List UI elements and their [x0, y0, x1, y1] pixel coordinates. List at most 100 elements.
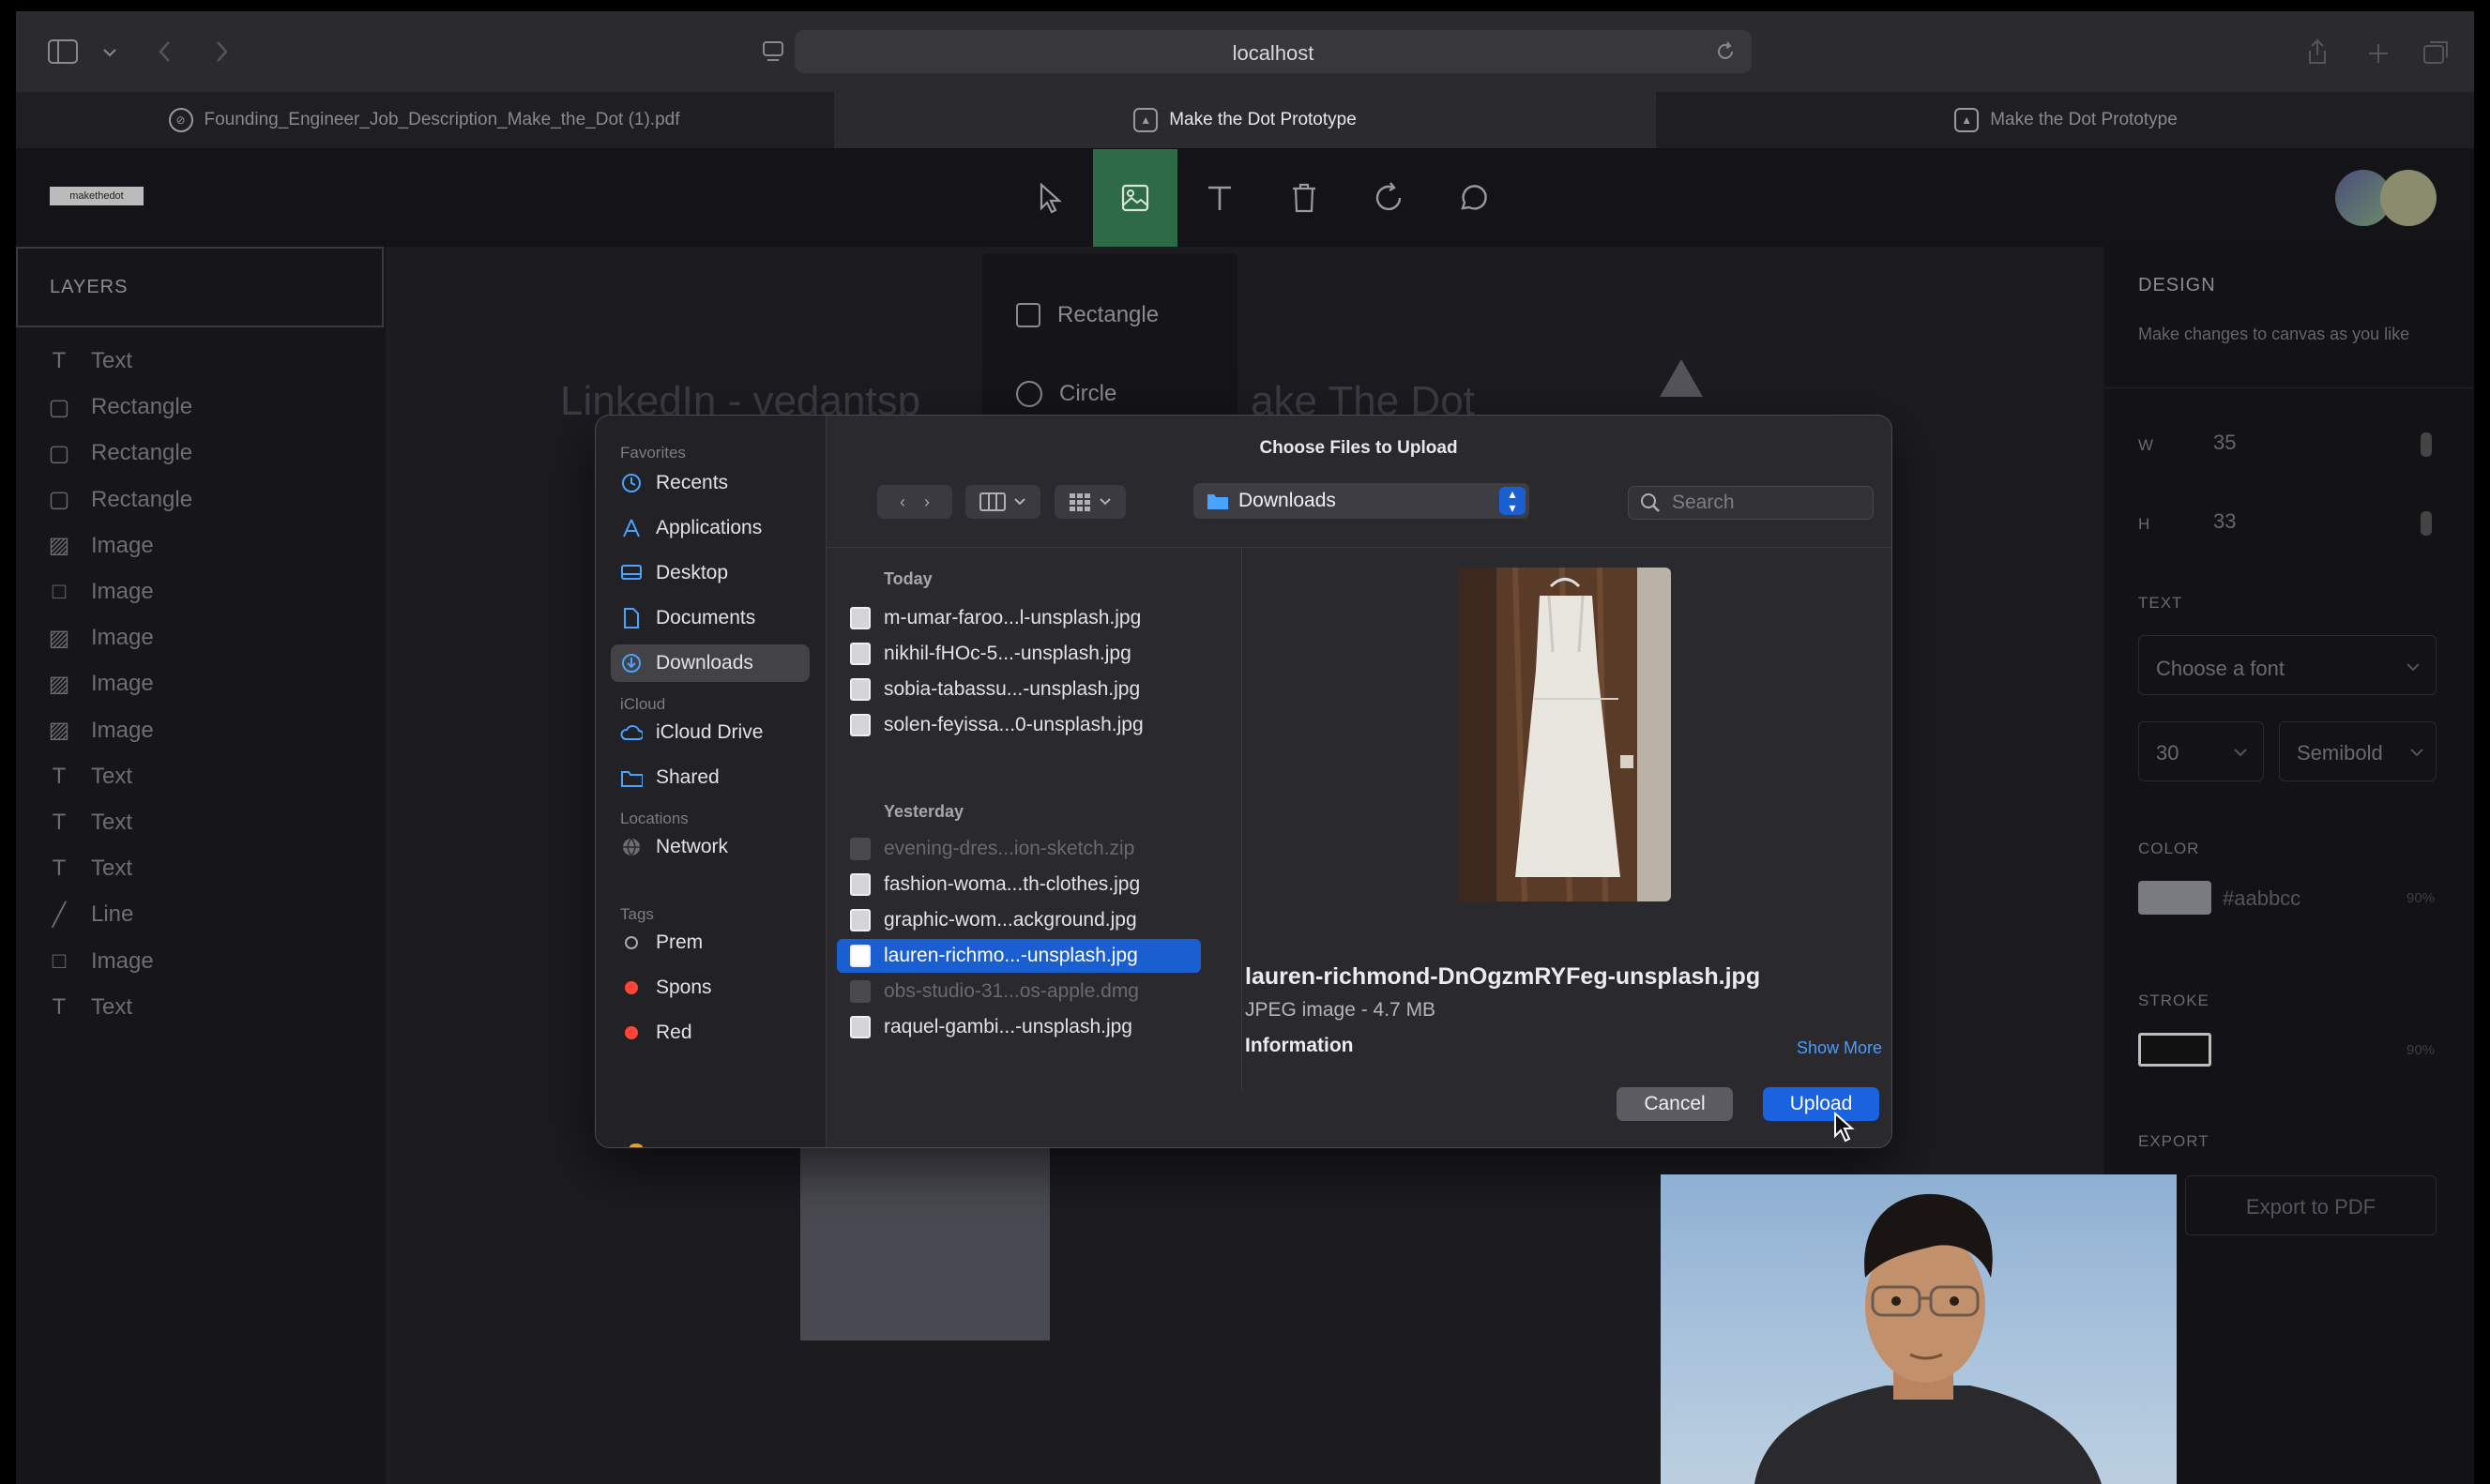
sidebar-toggle-icon[interactable]	[48, 39, 78, 64]
canvas-triangle[interactable]	[1658, 357, 1705, 399]
file-row[interactable]: graphic-wom...ackground.jpg	[837, 903, 1201, 937]
file-row[interactable]: evening-dres...ion-sketch.zip	[837, 832, 1201, 866]
design-subtitle: Make changes to canvas as you like	[2138, 325, 2410, 343]
shape-menu-rectangle[interactable]: Rectangle	[1016, 296, 1159, 334]
layer-item[interactable]: ╱ Line	[48, 896, 134, 933]
layer-item[interactable]: ▢ Rectangle	[48, 481, 192, 519]
width-input[interactable]: 35	[2213, 431, 2236, 455]
back-icon[interactable]: ‹	[900, 492, 905, 512]
sidebar-label: Spons	[656, 977, 712, 998]
tab-overview-icon[interactable]	[2422, 39, 2451, 66]
sidebar-item-downloads[interactable]: Downloads	[611, 644, 810, 682]
file-row[interactable]: raquel-gambi...-unsplash.jpg	[837, 1010, 1201, 1044]
canvas-rectangle[interactable]	[800, 1147, 1050, 1340]
stepper-icon[interactable]	[2419, 509, 2434, 538]
file-row[interactable]: solen-feyissa...0-unsplash.jpg	[837, 708, 1201, 742]
text-tool-button[interactable]	[1177, 149, 1262, 247]
layer-item[interactable]: ▨ Image	[48, 527, 154, 565]
file-icon	[850, 838, 871, 860]
forward-icon[interactable]	[213, 39, 230, 64]
upload-button[interactable]: Upload	[1763, 1087, 1879, 1121]
layer-label: Text	[91, 810, 133, 835]
show-more-link[interactable]: Show More	[1797, 1038, 1882, 1058]
sidebar-item-desktop[interactable]: Desktop	[620, 554, 808, 592]
layer-item[interactable]: T Text	[48, 758, 132, 795]
sidebar-item-icloud-drive[interactable]: iCloud Drive	[620, 714, 808, 751]
app-logo: makethedot	[50, 187, 144, 205]
rotate-tool-button[interactable]	[1346, 149, 1431, 247]
forward-icon[interactable]: ›	[924, 492, 930, 512]
image-file-icon	[850, 714, 871, 736]
sidebar-tag-spons[interactable]: Spons	[620, 969, 808, 1007]
file-name: lauren-richmo...-unsplash.jpg	[884, 945, 1138, 966]
layer-item[interactable]: ▨ Image	[48, 619, 154, 657]
chevron-down-icon[interactable]	[102, 47, 117, 58]
font-size-select[interactable]: 30	[2138, 721, 2264, 781]
color-swatch[interactable]	[2138, 881, 2211, 915]
color-hex-input[interactable]: #aabbcc	[2223, 886, 2300, 911]
sidebar-tag-red[interactable]: Red	[620, 1014, 808, 1052]
font-select[interactable]: Choose a font	[2138, 635, 2437, 695]
layer-item[interactable]: T Text	[48, 342, 132, 380]
layer-item[interactable]: ▨ Image	[48, 712, 154, 750]
file-row[interactable]: m-umar-faroo...l-unsplash.jpg	[837, 601, 1201, 635]
browser-toolbar: localhost	[16, 11, 2474, 92]
image-tool-button[interactable]	[1093, 149, 1177, 247]
stroke-opacity[interactable]: 90%	[2406, 1042, 2435, 1058]
delete-tool-button[interactable]	[1262, 149, 1346, 247]
layer-item[interactable]: ▢ Rectangle	[48, 434, 192, 472]
export-pdf-button[interactable]: Export to PDF	[2185, 1175, 2437, 1235]
chevron-down-icon	[2410, 749, 2423, 757]
file-row[interactable]: sobia-tabassu...-unsplash.jpg	[837, 673, 1201, 706]
shape-menu-circle[interactable]: Circle	[1016, 375, 1116, 413]
preview-image	[1459, 568, 1671, 901]
file-row[interactable]: nikhil-fHOc-5...-unsplash.jpg	[837, 637, 1201, 671]
font-weight-select[interactable]: Semibold	[2279, 721, 2437, 781]
tab-prototype[interactable]: ▲ Make the Dot Prototype	[1658, 92, 2474, 148]
layer-item[interactable]: T Text	[48, 989, 132, 1026]
reader-icon[interactable]	[762, 39, 784, 64]
collaborator-avatars[interactable]	[2335, 170, 2448, 226]
sidebar-item-shared[interactable]: Shared	[620, 759, 808, 796]
sidebar-tag-prem[interactable]: Prem	[620, 924, 808, 962]
layer-item[interactable]: □ Image	[48, 943, 154, 980]
comment-tool-button[interactable]	[1431, 149, 1515, 247]
color-opacity[interactable]: 90%	[2406, 890, 2435, 906]
layer-item[interactable]: □ Image	[48, 573, 154, 611]
tag-dot-icon	[625, 1026, 638, 1039]
layer-label: Rectangle	[91, 394, 193, 420]
height-input[interactable]: 33	[2213, 509, 2236, 534]
new-tab-icon[interactable]	[2366, 41, 2391, 66]
layer-item[interactable]: ▢ Rectangle	[48, 388, 192, 426]
app-favicon-icon: ▲	[1954, 108, 1980, 132]
sidebar-label: iCloud Drive	[656, 721, 764, 743]
file-row-selected[interactable]: lauren-richmo...-unsplash.jpg	[837, 939, 1201, 973]
sidebar-item-documents[interactable]: Documents	[620, 599, 808, 637]
avatar[interactable]	[2380, 170, 2437, 226]
webcam-overlay	[1661, 1174, 2177, 1484]
stroke-swatch[interactable]	[2138, 1033, 2211, 1067]
stepper-icon[interactable]	[2419, 431, 2434, 459]
layer-item[interactable]: T Text	[48, 850, 132, 887]
sidebar-item-network[interactable]: Network	[620, 828, 808, 866]
tab-prototype-active[interactable]: ▲ Make the Dot Prototype	[834, 92, 1656, 148]
layer-item[interactable]: T Text	[48, 804, 132, 841]
sidebar-item-applications[interactable]: Applications	[620, 509, 808, 547]
tab-pdf[interactable]: ⊘ Founding_Engineer_Job_Description_Make…	[16, 92, 832, 148]
cloud-icon	[620, 721, 643, 744]
share-icon[interactable]	[2305, 38, 2330, 66]
view-mode-button[interactable]	[965, 485, 1040, 519]
file-row[interactable]: fashion-woma...th-clothes.jpg	[837, 868, 1201, 901]
address-bar[interactable]: localhost	[795, 30, 1752, 73]
sidebar-item-recents[interactable]: Recents	[620, 464, 808, 502]
select-tool-button[interactable]	[1009, 149, 1093, 247]
layer-item[interactable]: ▨ Image	[48, 665, 154, 703]
nav-back-forward[interactable]: ‹ ›	[877, 485, 952, 519]
group-mode-button[interactable]	[1055, 485, 1126, 519]
location-select[interactable]: Downloads ▴ ▾	[1193, 483, 1529, 519]
reload-icon[interactable]	[1714, 40, 1737, 63]
search-field[interactable]: Search	[1628, 486, 1874, 520]
back-icon[interactable]	[157, 39, 174, 64]
cancel-button[interactable]: Cancel	[1617, 1087, 1733, 1121]
file-row[interactable]: obs-studio-31...os-apple.dmg	[837, 975, 1201, 1008]
